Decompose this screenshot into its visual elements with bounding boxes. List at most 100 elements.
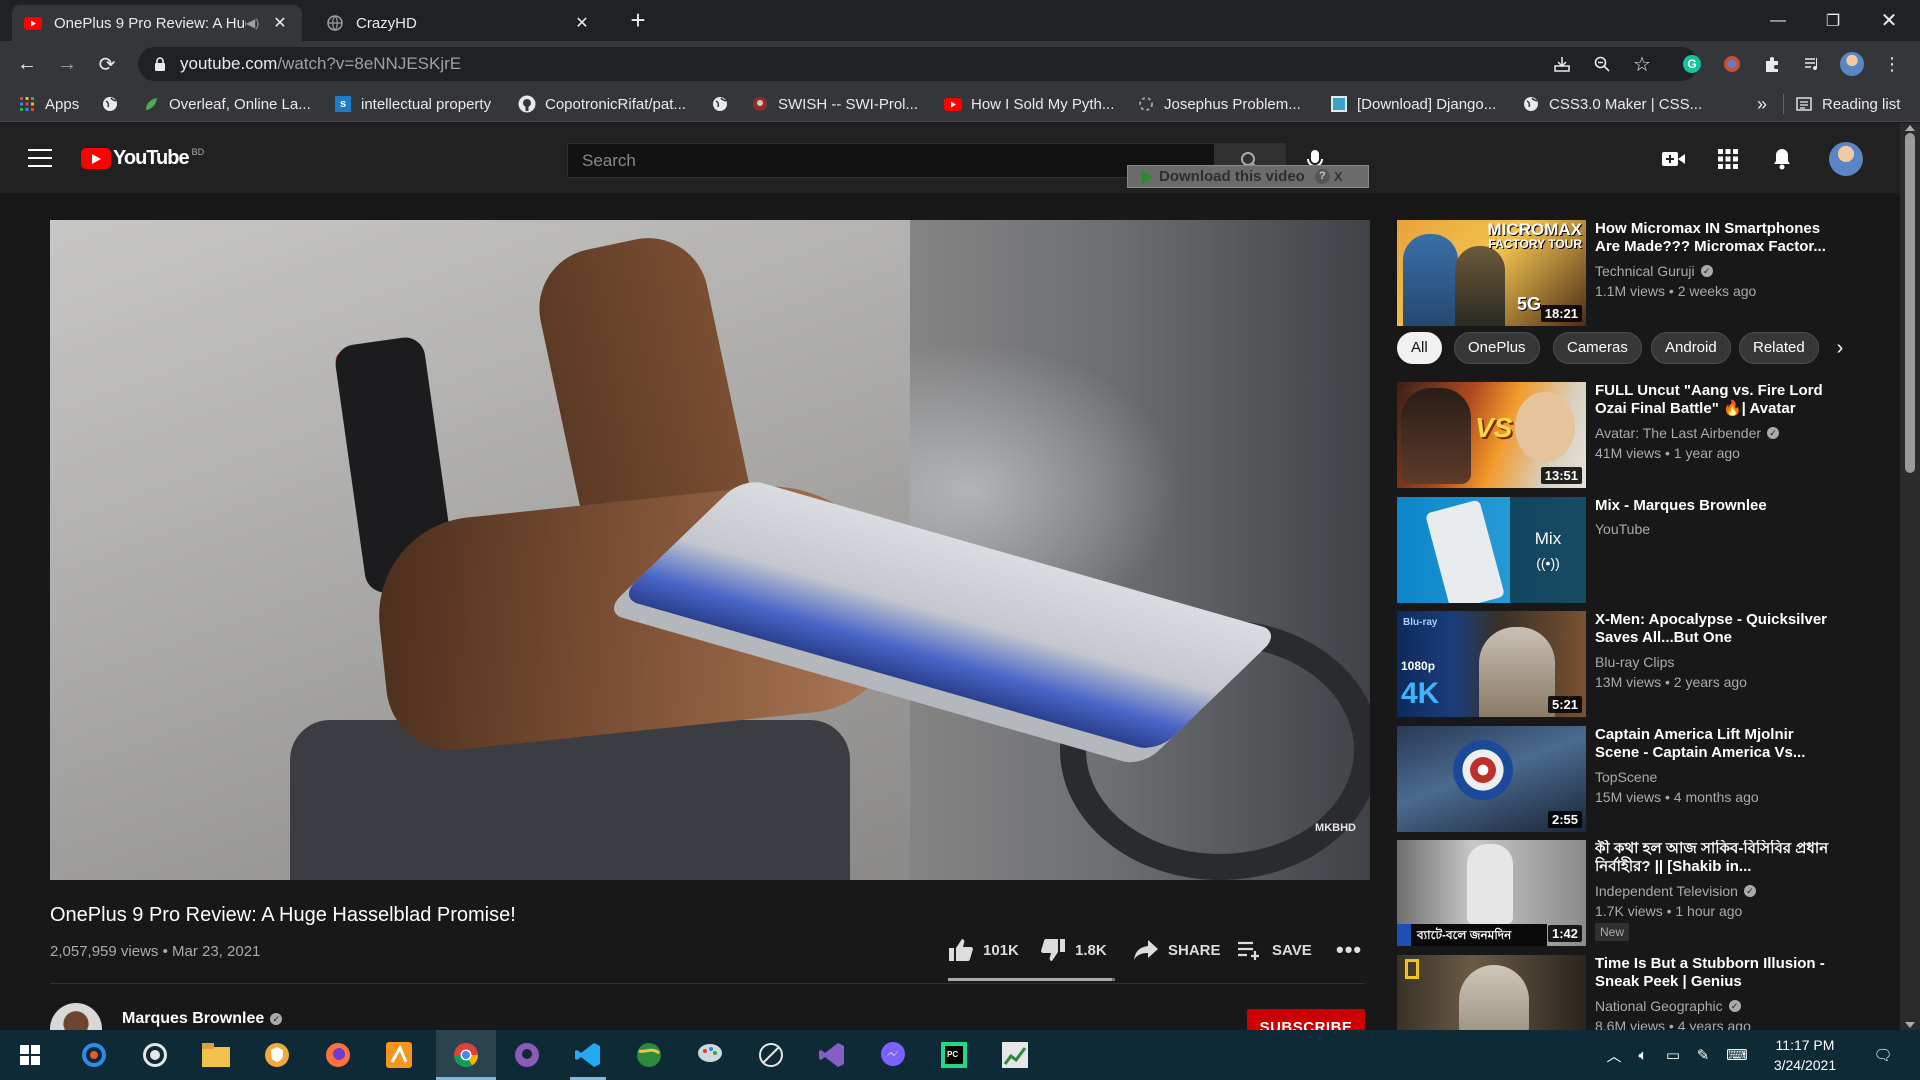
share-button[interactable]: SHARE bbox=[1133, 935, 1221, 965]
subscribe-button[interactable]: SUBSCRIBE bbox=[1247, 1009, 1365, 1030]
video-title[interactable]: কী কথা হল আজ সাকিব-বিসিবির প্রধান নির্বা… bbox=[1595, 840, 1835, 876]
video-thumbnail[interactable]: MICROMAX FACTORY TOUR 5G 18:21 bbox=[1397, 220, 1586, 326]
messenger-icon[interactable] bbox=[863, 1030, 923, 1080]
chevron-right-icon[interactable]: › bbox=[1825, 333, 1855, 363]
video-player[interactable]: MKBHD bbox=[50, 220, 1370, 880]
notification-center-icon[interactable]: 🗨︎ bbox=[1868, 1045, 1898, 1065]
channel-name[interactable]: Marques Brownlee ✓ bbox=[122, 1010, 283, 1028]
close-overlay-icon[interactable]: X bbox=[1334, 169, 1343, 184]
video-title[interactable]: Time Is But a Stubborn Illusion - Sneak … bbox=[1595, 955, 1835, 991]
whatsapp-icon[interactable] bbox=[125, 1030, 185, 1080]
lock-icon[interactable] bbox=[152, 56, 168, 72]
channel-name[interactable]: Independent Television ✓ bbox=[1595, 883, 1756, 899]
taskbar-app-icon[interactable] bbox=[64, 1030, 124, 1080]
related-video-card[interactable]: MICROMAX FACTORY TOUR 5G 18:21 How Micro… bbox=[1397, 220, 1867, 328]
keyboard-icon[interactable]: ⌨ bbox=[1722, 1045, 1752, 1065]
bookmark-apps[interactable]: Apps bbox=[18, 93, 79, 115]
create-video-icon[interactable] bbox=[1660, 145, 1688, 173]
video-thumbnail[interactable]: ব্যাটে-বলে জনমদিন 1:42 bbox=[1397, 840, 1586, 946]
bookmark-overleaf[interactable]: Overleaf, Online La... bbox=[142, 93, 311, 115]
bookmark-github[interactable]: CopotronicRifat/pat... bbox=[518, 93, 686, 115]
bookmark-css3-maker[interactable]: CSS3.0 Maker | CSS... bbox=[1522, 93, 1702, 115]
media-control-icon[interactable] bbox=[1800, 52, 1824, 76]
bookmark-how-i-sold[interactable]: How I Sold My Pyth... bbox=[944, 93, 1114, 115]
file-explorer-icon[interactable] bbox=[186, 1030, 246, 1080]
firefox-icon[interactable] bbox=[308, 1030, 368, 1080]
video-title[interactable]: X-Men: Apocalypse - Quicksilver Saves Al… bbox=[1595, 611, 1835, 647]
video-thumbnail[interactable]: Blu-ray 1080p 4K 5:21 bbox=[1397, 611, 1586, 717]
volume-icon[interactable]: 🔈︎ bbox=[1632, 1045, 1654, 1065]
video-title[interactable]: FULL Uncut "Aang vs. Fire Lord Ozai Fina… bbox=[1595, 382, 1835, 418]
related-video-card[interactable]: Time Is But a Stubborn Illusion - Sneak … bbox=[1397, 955, 1867, 1030]
more-menu-icon[interactable]: ⋮ bbox=[1880, 52, 1904, 76]
chip-cameras[interactable]: Cameras bbox=[1553, 332, 1642, 364]
github-desktop-icon[interactable] bbox=[497, 1030, 557, 1080]
channel-name[interactable]: TopScene bbox=[1595, 769, 1657, 785]
vpn-shield-icon[interactable] bbox=[247, 1030, 307, 1080]
channel-name[interactable]: YouTube bbox=[1595, 521, 1650, 537]
install-app-icon[interactable] bbox=[1550, 52, 1574, 76]
address-bar[interactable]: youtube.com/watch?v=8eNNJESKjrE bbox=[138, 47, 1698, 81]
app-orange-icon[interactable] bbox=[369, 1030, 429, 1080]
related-video-card[interactable]: VS 13:51 FULL Uncut "Aang vs. Fire Lord … bbox=[1397, 382, 1867, 490]
chip-all[interactable]: All bbox=[1397, 332, 1442, 364]
mix-thumbnail[interactable]: Mix ((•)) bbox=[1397, 497, 1586, 603]
dislike-button[interactable]: 1.8K bbox=[1040, 935, 1107, 965]
reload-button[interactable]: ⟳ bbox=[93, 50, 121, 78]
related-video-card[interactable]: ব্যাটে-বলে জনমদিন 1:42 কী কথা হল আজ সাকি… bbox=[1397, 840, 1867, 948]
app-paint-icon[interactable] bbox=[680, 1030, 740, 1080]
bookmark-swish[interactable]: SWISH -- SWI-Prol... bbox=[751, 93, 918, 115]
video-thumbnail[interactable]: 2:55 bbox=[1397, 726, 1586, 832]
speaker-icon[interactable]: ◀) bbox=[246, 16, 264, 30]
channel-name[interactable]: National Geographic ✓ bbox=[1595, 998, 1741, 1014]
network-icon[interactable]: ▭ bbox=[1662, 1045, 1684, 1065]
visual-studio-icon[interactable] bbox=[802, 1030, 862, 1080]
video-title[interactable]: Mix - Marques Brownlee bbox=[1595, 497, 1835, 515]
like-button[interactable]: 101K bbox=[948, 935, 1019, 965]
video-title[interactable]: Captain America Lift Mjolnir Scene - Cap… bbox=[1595, 726, 1835, 762]
related-video-card[interactable]: Blu-ray 1080p 4K 5:21 X-Men: Apocalypse … bbox=[1397, 611, 1867, 719]
bookmark-josephus[interactable]: Josephus Problem... bbox=[1137, 93, 1301, 115]
close-tab-icon[interactable]: ✕ bbox=[572, 13, 592, 33]
channel-name[interactable]: Avatar: The Last Airbender ✓ bbox=[1595, 425, 1780, 441]
apps-icon[interactable] bbox=[1714, 145, 1742, 173]
channel-name[interactable]: Technical Guruji ✓ bbox=[1595, 263, 1713, 279]
search-input[interactable]: Search bbox=[567, 143, 1215, 178]
minimize-button[interactable]: — bbox=[1755, 0, 1801, 41]
bookmark-django[interactable]: [Download] Django... bbox=[1330, 93, 1496, 115]
close-window-button[interactable]: ✕ bbox=[1866, 0, 1912, 41]
save-button[interactable]: SAVE bbox=[1237, 935, 1312, 965]
guide-menu-icon[interactable] bbox=[28, 149, 52, 167]
extension-icon[interactable] bbox=[1720, 52, 1744, 76]
chip-oneplus[interactable]: OnePlus bbox=[1454, 332, 1540, 364]
app-globe-icon[interactable] bbox=[619, 1030, 679, 1080]
tab-youtube[interactable]: OnePlus 9 Pro Review: A Hug ◀) ✕ bbox=[12, 5, 302, 41]
video-thumbnail[interactable] bbox=[1397, 955, 1586, 1030]
download-video-overlay[interactable]: Download this video ? X bbox=[1127, 165, 1369, 188]
tab-crazyhd[interactable]: CrazyHD ✕ bbox=[314, 5, 604, 41]
pycharm-icon[interactable]: PC bbox=[924, 1030, 984, 1080]
scroll-down-arrow[interactable] bbox=[1905, 1022, 1915, 1028]
notifications-bell-icon[interactable] bbox=[1768, 145, 1796, 173]
video-thumbnail[interactable]: VS 13:51 bbox=[1397, 382, 1586, 488]
chip-android[interactable]: Android bbox=[1651, 332, 1731, 364]
channel-avatar[interactable] bbox=[50, 1003, 102, 1030]
channel-name[interactable]: Blu-ray Clips bbox=[1595, 654, 1674, 670]
video-title[interactable]: How Micromax IN Smartphones Are Made??? … bbox=[1595, 220, 1835, 256]
mix-playlist-card[interactable]: Mix ((•)) Mix - Marques Brownlee YouTube bbox=[1397, 497, 1867, 605]
tray-overflow-icon[interactable]: ︿ bbox=[1604, 1045, 1624, 1065]
scroll-up-arrow[interactable] bbox=[1905, 125, 1915, 131]
app-chart-icon[interactable] bbox=[985, 1030, 1045, 1080]
extensions-puzzle-icon[interactable] bbox=[1760, 52, 1784, 76]
bookmark-globe-2[interactable] bbox=[711, 93, 738, 115]
back-button[interactable]: ← bbox=[13, 50, 41, 78]
taskbar-clock[interactable]: 11:17 PM 3/24/2021 bbox=[1760, 1035, 1850, 1075]
grammarly-icon[interactable]: G bbox=[1680, 52, 1704, 76]
bookmark-globe[interactable] bbox=[101, 93, 128, 115]
chrome-icon[interactable] bbox=[436, 1030, 496, 1080]
chip-related[interactable]: Related bbox=[1739, 332, 1819, 364]
bookmarks-overflow-button[interactable]: » bbox=[1757, 93, 1767, 115]
bookmark-intellectual-property[interactable]: s intellectual property bbox=[334, 93, 491, 115]
start-button[interactable] bbox=[0, 1030, 60, 1080]
youtube-logo[interactable]: YouTube BD bbox=[81, 147, 204, 170]
